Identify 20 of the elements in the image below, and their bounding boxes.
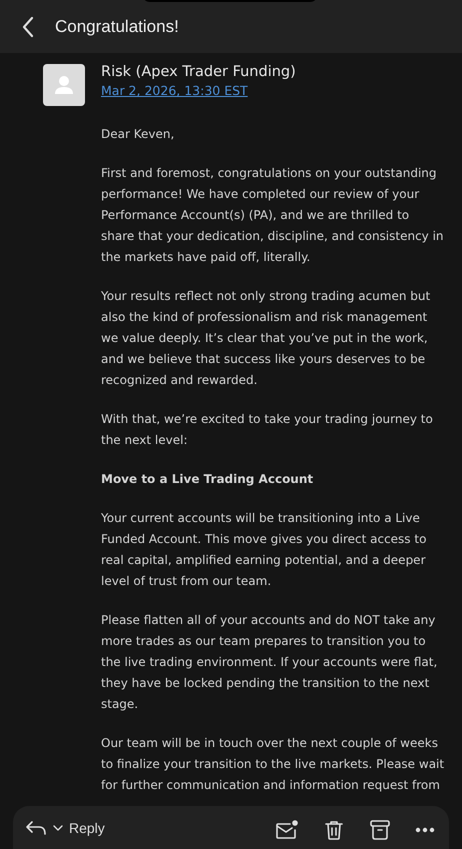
reply-icon [25, 819, 47, 837]
paragraph: With that, we’re excited to take your trading journey to the next level: [101, 411, 434, 449]
paragraph: Our team will be in touch over the next couple of weeks to finalize your transition to the live markets. Please wait for further communication and information request from [101, 735, 446, 794]
reply-button[interactable]: Reply [25, 819, 105, 837]
mark-unread-button[interactable] [275, 820, 299, 840]
paragraph: First and foremost, congratulations on your outstanding performance! We have completed our review of your Performance Account(s) (PA), and we are thrilled to share that your dedication, discipline, and consistency in the markets have paid off, literally. [101, 165, 445, 266]
delete-button[interactable] [323, 819, 345, 841]
paragraph: Your current accounts will be transitioning into a Live Funded Account. This move gives you direct access to real capital, amplified earning potential, and a deeper level of trust from our team. [101, 510, 428, 590]
date-link[interactable]: Mar 2, 2026, 13:30 EST [101, 83, 296, 98]
paragraph: Dear Keven, [101, 126, 176, 143]
sender-name: Risk (Apex Trader Funding) [101, 64, 296, 80]
avatar [43, 64, 85, 106]
caret-icon [53, 824, 63, 832]
section-heading: Move to a Live Trading Account [101, 471, 314, 488]
paragraph: Please flatten all of your accounts and do NOT take any more trades as our team prepares to transition you to the live trading environment. If your accounts were flat, they have be locked pending the transition to the next stage. [101, 612, 438, 713]
paragraph: Your results reflect not only strong trading acumen but also the kind of professionalism and risk management we value deeply. It’s clear that you’ve put in the work, and we believe that success like yours deserves to be recognized and rewarded. [101, 288, 432, 389]
screen-title: Congratulations! [55, 16, 179, 36]
archive-button[interactable] [369, 819, 391, 841]
more-button[interactable] [415, 827, 435, 833]
back-button[interactable] [21, 16, 35, 38]
